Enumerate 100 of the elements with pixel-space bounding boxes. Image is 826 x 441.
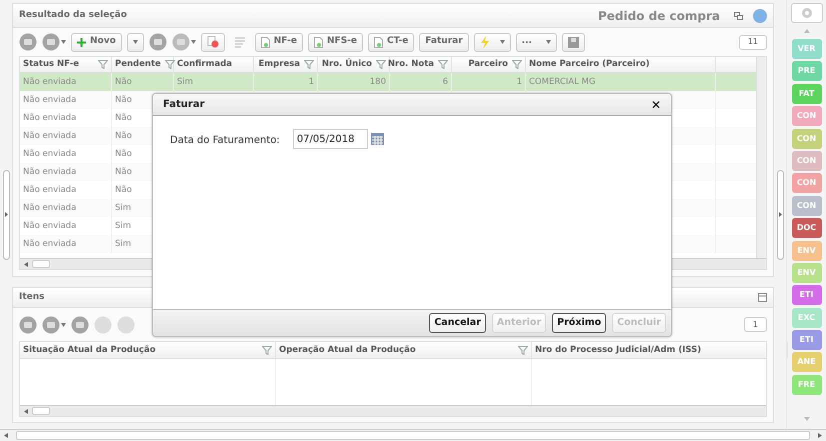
grid-icon[interactable] bbox=[19, 316, 37, 334]
column-header[interactable]: Parceiro bbox=[452, 57, 526, 72]
scroll-thumb[interactable] bbox=[32, 407, 50, 415]
cte-button[interactable]: CT-e bbox=[368, 32, 414, 52]
table-cell: Não enviada bbox=[23, 130, 76, 142]
table-cell: Não bbox=[115, 76, 132, 88]
column-header[interactable]: Status NF-e bbox=[20, 57, 112, 72]
grid-icon[interactable] bbox=[19, 33, 37, 51]
table-cell: Não enviada bbox=[23, 184, 76, 196]
table-cell: Não enviada bbox=[23, 112, 76, 124]
lightning-button[interactable] bbox=[474, 32, 511, 52]
table-cell: 1 bbox=[308, 76, 314, 88]
table-row[interactable]: Não enviada Não Sim 1 180 6 1 COMERCIAL MG bbox=[20, 73, 756, 91]
column-header[interactable]: Confirmada bbox=[174, 57, 254, 72]
filter-icon[interactable] bbox=[438, 60, 448, 69]
calendar-icon[interactable] bbox=[370, 133, 384, 145]
filter-icon[interactable] bbox=[262, 346, 272, 354]
column-header[interactable]: Nome Parceiro (Parceiro) bbox=[526, 57, 716, 72]
table-cell: Não bbox=[115, 112, 132, 124]
right-arrow-icon[interactable] bbox=[818, 433, 822, 438]
settings-button[interactable] bbox=[790, 3, 822, 23]
table-cell: Não enviada bbox=[23, 202, 76, 214]
new-button[interactable]: Novo bbox=[71, 32, 122, 52]
document-icon bbox=[314, 36, 324, 48]
caret-icon[interactable] bbox=[61, 40, 66, 44]
tag-button[interactable]: DOC bbox=[792, 218, 822, 238]
table-cell: Não bbox=[115, 148, 132, 160]
record-count: 11 bbox=[738, 34, 767, 50]
table-cell: Não enviada bbox=[23, 238, 76, 250]
plus-icon bbox=[77, 38, 86, 46]
record-count: 1 bbox=[744, 317, 767, 332]
table-cell: 1 bbox=[516, 76, 522, 88]
table-cell: Não bbox=[115, 184, 132, 196]
table-cell: Não enviada bbox=[23, 220, 76, 232]
collapse-handle[interactable] bbox=[2, 170, 10, 260]
left-arrow-icon[interactable] bbox=[4, 433, 8, 438]
caret-icon bbox=[500, 40, 505, 44]
caret-button[interactable] bbox=[126, 32, 144, 52]
scroll-thumb[interactable] bbox=[32, 260, 50, 268]
table-cell: Sim bbox=[115, 238, 132, 250]
document-icon bbox=[260, 36, 270, 48]
column-header[interactable]: Situação Atual da Produção bbox=[20, 342, 276, 358]
table-cell: 180 bbox=[370, 76, 386, 88]
cancel-document-button[interactable] bbox=[200, 32, 225, 52]
filter-icon[interactable] bbox=[164, 60, 175, 69]
column-header[interactable]: Empresa bbox=[254, 57, 318, 72]
save-icon bbox=[568, 36, 579, 48]
page-title: Pedido de compra bbox=[598, 8, 720, 24]
more-button[interactable]: ... bbox=[516, 32, 557, 52]
document-icon bbox=[374, 36, 384, 48]
filter-icon[interactable] bbox=[98, 60, 108, 69]
dialog-button[interactable]: Próximo bbox=[552, 313, 606, 333]
column-header[interactable]: Nro. Nota bbox=[390, 57, 452, 72]
filter-icon[interactable] bbox=[304, 60, 314, 69]
date-field[interactable]: 07/05/2018 bbox=[292, 129, 368, 149]
nfse-button[interactable]: NFS-e bbox=[308, 32, 364, 52]
table-cell: Não enviada bbox=[23, 166, 76, 178]
collapse-handle[interactable] bbox=[776, 170, 784, 260]
nfe-button[interactable]: NF-e bbox=[254, 32, 304, 52]
page-scrollbar[interactable] bbox=[0, 429, 826, 441]
filter-icon[interactable] bbox=[512, 60, 522, 69]
table-cell: Não enviada bbox=[23, 94, 76, 106]
left-arrow-icon[interactable] bbox=[24, 408, 28, 414]
field-label: Data do Faturamento: bbox=[170, 134, 280, 148]
column-header[interactable]: Nro. Único bbox=[318, 57, 390, 72]
column-header[interactable]: Pendente bbox=[112, 57, 174, 72]
caret-icon bbox=[546, 40, 551, 44]
down-arrow-icon[interactable] bbox=[804, 417, 810, 421]
maximize-icon[interactable] bbox=[758, 293, 767, 302]
lightning-icon bbox=[480, 36, 490, 48]
dialog-button[interactable]: Cancelar bbox=[429, 313, 486, 333]
table-cell: Não enviada bbox=[23, 76, 76, 88]
copy-icon[interactable] bbox=[734, 12, 743, 20]
table-cell: Sim bbox=[115, 220, 132, 232]
filter-icon[interactable] bbox=[518, 346, 528, 354]
dialog-title: Faturar bbox=[163, 98, 205, 112]
table-cell: 6 bbox=[442, 76, 448, 88]
help-icon[interactable] bbox=[753, 8, 767, 22]
filter-icon[interactable] bbox=[376, 60, 386, 69]
caret-icon bbox=[132, 40, 138, 44]
scroll-thumb[interactable] bbox=[16, 431, 810, 440]
column-header[interactable]: Operação Atual da Produção bbox=[276, 342, 532, 358]
invoice-button[interactable]: Faturar bbox=[419, 32, 469, 52]
table-cell: Não bbox=[115, 94, 132, 106]
caret-icon[interactable] bbox=[190, 40, 196, 44]
panel-title: Itens bbox=[19, 290, 45, 304]
list-icon[interactable] bbox=[234, 36, 246, 48]
save-button[interactable] bbox=[562, 32, 585, 52]
table-cell: Não bbox=[115, 166, 132, 178]
horizontal-scrollbar[interactable] bbox=[20, 405, 766, 416]
caret-icon[interactable] bbox=[61, 322, 66, 326]
tag-button[interactable]: ETI bbox=[792, 285, 822, 306]
left-arrow-icon[interactable] bbox=[24, 262, 28, 266]
up-arrow-icon[interactable] bbox=[804, 29, 810, 33]
close-button[interactable]: ✕ bbox=[650, 98, 661, 110]
table-cell: Sim bbox=[177, 76, 194, 88]
table-cell: Não enviada bbox=[23, 148, 76, 160]
vertical-scrollbar[interactable] bbox=[756, 57, 766, 258]
column-header[interactable]: Nro do Processo Judicial/Adm (ISS) bbox=[532, 342, 788, 358]
panel-title: Resultado da seleção bbox=[19, 8, 127, 22]
